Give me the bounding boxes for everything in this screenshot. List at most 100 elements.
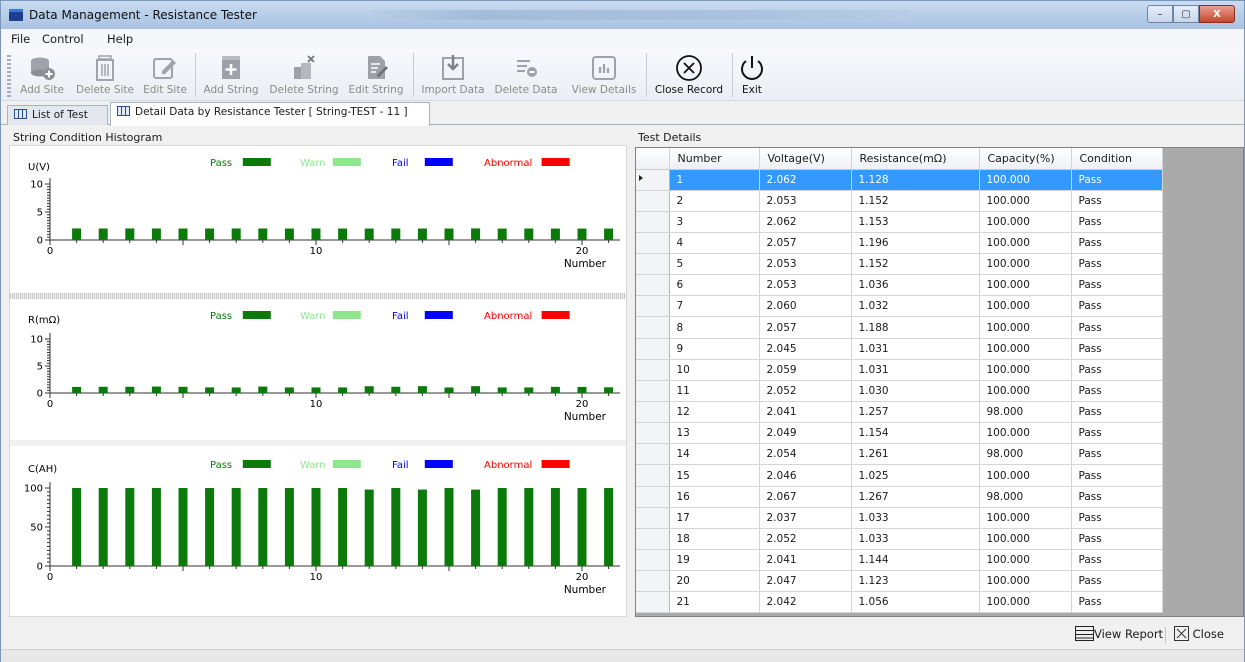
table-cell[interactable]: 1.030	[851, 380, 980, 403]
add-site-button[interactable]: Add Site	[14, 51, 70, 99]
table-cell[interactable]: 100.000	[979, 338, 1072, 360]
table-cell[interactable]: 1.257	[851, 401, 980, 424]
table-row[interactable]: 16 2.067 1.267 98.000 Pass	[636, 486, 1163, 508]
table-cell[interactable]: 100.000	[979, 211, 1072, 233]
view-details-button[interactable]: View Details	[567, 51, 641, 99]
table-cell[interactable]: 3	[669, 211, 760, 233]
delete-site-button[interactable]: Delete Site	[74, 51, 136, 99]
table-cell[interactable]: Pass	[1071, 570, 1163, 593]
table-cell[interactable]: Pass	[1071, 486, 1163, 508]
table-cell[interactable]: 1.056	[851, 591, 980, 614]
table-cell[interactable]: Pass	[1071, 443, 1163, 466]
row-header[interactable]	[636, 316, 670, 339]
column-header[interactable]: Resistance(mΩ)	[851, 148, 980, 170]
close-window-button[interactable]: X	[1199, 5, 1235, 23]
table-cell[interactable]: 100.000	[979, 274, 1072, 297]
table-cell[interactable]: 8	[669, 316, 760, 339]
row-header[interactable]	[636, 359, 670, 381]
table-cell[interactable]: 1.267	[851, 486, 980, 508]
table-cell[interactable]: 2.060	[759, 295, 852, 318]
table-row[interactable]: 5 2.053 1.152 100.000 Pass	[636, 253, 1163, 276]
table-cell[interactable]: Pass	[1071, 211, 1163, 233]
table-cell[interactable]: 1.154	[851, 422, 980, 445]
row-header[interactable]	[636, 274, 670, 297]
table-cell[interactable]: 2.041	[759, 549, 852, 572]
close-button[interactable]: Close	[1174, 626, 1224, 641]
menu-file[interactable]: File	[11, 32, 30, 46]
table-cell[interactable]: 11	[669, 380, 760, 403]
table-cell[interactable]: 12	[669, 401, 760, 424]
table-cell[interactable]: Pass	[1071, 359, 1163, 381]
table-cell[interactable]: 1.144	[851, 549, 980, 572]
table-cell[interactable]: 100.000	[979, 232, 1072, 255]
table-cell[interactable]: 98.000	[979, 486, 1072, 508]
table-row[interactable]: 4 2.057 1.196 100.000 Pass	[636, 232, 1163, 255]
delete-string-button[interactable]: Delete String	[267, 51, 341, 99]
exit-button[interactable]: Exit	[735, 51, 769, 99]
table-cell[interactable]: 2.049	[759, 422, 852, 445]
table-cell[interactable]: 1.196	[851, 232, 980, 255]
table-cell[interactable]: 1.188	[851, 316, 980, 339]
column-header[interactable]: Voltage(V)	[759, 148, 852, 170]
table-cell[interactable]: 2.053	[759, 190, 852, 212]
table-cell[interactable]: Pass	[1071, 190, 1163, 212]
table-cell[interactable]: 1.128	[851, 169, 980, 191]
row-header[interactable]	[636, 253, 670, 276]
table-cell[interactable]: 1.152	[851, 253, 980, 276]
tab-list-of-test[interactable]: List of Test	[7, 105, 108, 125]
table-cell[interactable]: Pass	[1071, 549, 1163, 572]
row-header[interactable]	[636, 190, 670, 212]
table-row[interactable]: 6 2.053 1.036 100.000 Pass	[636, 274, 1163, 297]
row-header[interactable]	[636, 443, 670, 466]
table-cell[interactable]: 1.261	[851, 443, 980, 466]
table-cell[interactable]: 14	[669, 443, 760, 466]
table-cell[interactable]: 98.000	[979, 401, 1072, 424]
row-header[interactable]	[636, 507, 670, 529]
table-cell[interactable]: 100.000	[979, 549, 1072, 572]
table-row[interactable]: 10 2.059 1.031 100.000 Pass	[636, 359, 1163, 381]
maximize-button[interactable]: ▢	[1173, 5, 1199, 23]
table-row[interactable]: 13 2.049 1.154 100.000 Pass	[636, 422, 1163, 445]
column-header[interactable]: Capacity(%)	[979, 148, 1072, 170]
table-cell[interactable]: 18	[669, 528, 760, 551]
table-cell[interactable]: 1.036	[851, 274, 980, 297]
table-cell[interactable]: 21	[669, 591, 760, 614]
row-header[interactable]	[636, 380, 670, 403]
table-cell[interactable]: 100.000	[979, 253, 1072, 276]
row-header[interactable]	[636, 486, 670, 508]
table-cell[interactable]: 2.053	[759, 274, 852, 297]
minimize-button[interactable]: –	[1147, 5, 1173, 23]
table-row[interactable]: 2 2.053 1.152 100.000 Pass	[636, 190, 1163, 212]
table-cell[interactable]: 2.059	[759, 359, 852, 381]
table-row[interactable]: 8 2.057 1.188 100.000 Pass	[636, 316, 1163, 339]
menu-help[interactable]: Help	[107, 32, 133, 46]
table-cell[interactable]: Pass	[1071, 253, 1163, 276]
table-cell[interactable]: Pass	[1071, 380, 1163, 403]
table-cell[interactable]: Pass	[1071, 591, 1163, 614]
table-cell[interactable]: Pass	[1071, 338, 1163, 360]
table-cell[interactable]: 1	[669, 169, 760, 191]
table-cell[interactable]: 2.052	[759, 380, 852, 403]
tab-detail-data[interactable]: Detail Data by Resistance Tester [ Strin…	[110, 102, 430, 126]
table-cell[interactable]: Pass	[1071, 316, 1163, 339]
table-cell[interactable]: 1.033	[851, 507, 980, 529]
table-row[interactable]: 20 2.047 1.123 100.000 Pass	[636, 570, 1163, 593]
table-cell[interactable]: 1.032	[851, 295, 980, 318]
table-cell[interactable]: 2.042	[759, 591, 852, 614]
edit-site-button[interactable]: Edit Site	[140, 51, 190, 99]
table-cell[interactable]: 100.000	[979, 316, 1072, 339]
row-header[interactable]	[636, 570, 670, 593]
table-cell[interactable]: 100.000	[979, 190, 1072, 212]
table-cell[interactable]: 19	[669, 549, 760, 572]
table-cell[interactable]: 2.046	[759, 464, 852, 487]
table-cell[interactable]: 5	[669, 253, 760, 276]
row-header[interactable]	[636, 591, 670, 614]
table-row[interactable]: 1 2.062 1.128 100.000 Pass	[636, 169, 1163, 191]
table-cell[interactable]: Pass	[1071, 464, 1163, 487]
table-cell[interactable]: 1.123	[851, 570, 980, 593]
row-header[interactable]	[636, 401, 670, 424]
table-row[interactable]: 18 2.052 1.033 100.000 Pass	[636, 528, 1163, 551]
table-cell[interactable]: 17	[669, 507, 760, 529]
table-row[interactable]: 9 2.045 1.031 100.000 Pass	[636, 338, 1163, 360]
table-row[interactable]: 17 2.037 1.033 100.000 Pass	[636, 507, 1163, 529]
